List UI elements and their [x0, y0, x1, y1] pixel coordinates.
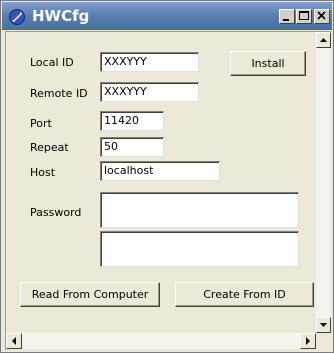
arrow-left-icon [12, 337, 16, 345]
maximize-icon [299, 11, 309, 20]
arrow-right-icon [306, 337, 310, 345]
scroll-up-button[interactable] [316, 32, 331, 48]
scroll-right-button[interactable] [300, 333, 316, 349]
remote-id-input[interactable]: XXXYYY [100, 82, 199, 102]
app-logo-icon [9, 9, 25, 25]
remote-id-label: Remote ID [30, 87, 88, 100]
install-button[interactable]: Install [230, 51, 306, 76]
port-input[interactable]: 11420 [100, 111, 164, 131]
host-input[interactable]: localhost [100, 161, 220, 181]
repeat-label: Repeat [30, 141, 69, 154]
window-title: HWCfg [32, 7, 90, 25]
maximize-button[interactable] [296, 9, 312, 24]
minimize-button[interactable] [279, 9, 295, 24]
arrow-up-icon [320, 38, 327, 42]
scroll-down-button[interactable] [316, 317, 331, 333]
title-bar[interactable]: HWCfg [2, 2, 332, 30]
local-id-input[interactable]: XXXYYY [100, 52, 199, 72]
password-input[interactable] [100, 192, 299, 228]
minimize-icon [283, 19, 289, 21]
arrow-down-icon [320, 323, 327, 327]
close-button[interactable] [314, 9, 330, 24]
app-window: HWCfg Local ID XXXYYY Install Remote ID … [0, 0, 334, 353]
password-confirm-input[interactable] [100, 231, 299, 267]
local-id-label: Local ID [30, 56, 74, 69]
scroll-left-button[interactable] [6, 333, 22, 349]
create-from-id-button[interactable]: Create From ID [175, 282, 314, 307]
horizontal-scrollbar[interactable] [6, 333, 316, 349]
host-label: Host [30, 166, 56, 179]
repeat-input[interactable]: 50 [100, 137, 164, 157]
scrollbar-corner [316, 333, 331, 349]
port-label: Port [30, 117, 52, 130]
close-icon [317, 11, 326, 20]
read-from-computer-button[interactable]: Read From Computer [20, 282, 160, 307]
vertical-scrollbar[interactable] [316, 32, 331, 333]
password-label: Password [30, 206, 82, 219]
